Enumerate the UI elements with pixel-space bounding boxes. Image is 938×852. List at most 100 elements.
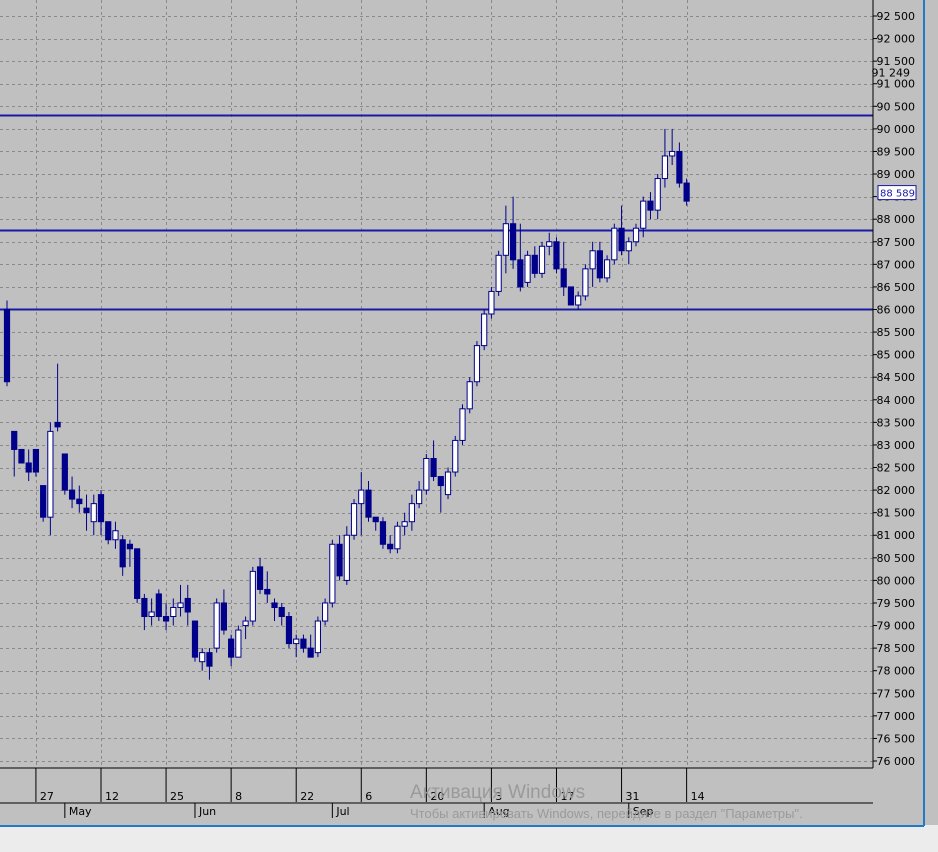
price-tick-label: 88 000 [877, 213, 916, 226]
price-tick-label: 77 500 [877, 687, 916, 700]
candle-body-up [473, 345, 481, 383]
candle-body-down [256, 566, 264, 590]
candle[interactable] [322, 598, 329, 626]
candle[interactable] [329, 539, 336, 608]
price-tick-label: 83 000 [877, 439, 916, 452]
candle-body-down [647, 200, 654, 211]
candle[interactable] [473, 341, 481, 387]
candle-body-down [61, 453, 68, 491]
candle-body-down [141, 597, 148, 618]
candle[interactable] [40, 485, 47, 522]
candle[interactable] [343, 526, 350, 585]
candle[interactable] [235, 625, 242, 658]
candle[interactable] [683, 178, 690, 206]
candle[interactable] [32, 448, 40, 477]
month-tick-label: Jul [335, 805, 349, 818]
candle-body-up [502, 223, 509, 256]
candle[interactable] [249, 566, 256, 626]
price-tick-label: 83 500 [877, 416, 916, 429]
price-tick-label: 80 500 [877, 552, 916, 565]
candle-body-up [293, 638, 300, 645]
candle-body-down [567, 286, 575, 306]
candle[interactable] [61, 453, 68, 495]
candle-body-down [300, 638, 307, 649]
candle-body-down [510, 223, 517, 261]
price-tick-label: 81 500 [877, 507, 916, 520]
candle[interactable] [394, 521, 401, 554]
candle[interactable] [459, 404, 466, 445]
candle[interactable] [213, 598, 220, 653]
candle-body-up [314, 620, 321, 654]
candle-body-up [488, 290, 495, 315]
candle-body-up [640, 200, 647, 229]
candle[interactable] [466, 377, 473, 414]
price-tick-label: 80 000 [877, 574, 916, 587]
candle-body-up [669, 150, 676, 157]
candle-body-down [676, 150, 683, 184]
candle[interactable] [481, 309, 488, 351]
candle-body-up [394, 525, 401, 550]
candle-body-down [32, 448, 40, 473]
candle[interactable] [423, 453, 430, 495]
candle-body-up [661, 155, 669, 180]
date-tick-label: 25 [170, 790, 184, 803]
candle-body-down [25, 462, 32, 473]
price-tick-label: 84 500 [877, 371, 916, 384]
candle[interactable] [350, 499, 358, 540]
candle[interactable] [567, 286, 575, 306]
candle-body-down [531, 254, 538, 274]
candle-body-down [285, 616, 293, 645]
candle[interactable] [495, 250, 502, 296]
candle[interactable] [379, 517, 387, 549]
candle[interactable] [314, 616, 321, 658]
candle[interactable] [538, 241, 546, 278]
price-tick-label: 90 500 [877, 100, 916, 113]
date-tick-label: 27 [40, 790, 54, 803]
candle-body-up [444, 471, 452, 496]
date-tick-label: 6 [365, 790, 372, 803]
last-price-label: 88 589 [880, 189, 915, 200]
price-tick-label: 81 000 [877, 529, 916, 542]
candle-body-down [126, 543, 134, 550]
candle[interactable] [18, 448, 25, 464]
price-tick-label: 76 000 [877, 755, 916, 768]
candle[interactable] [582, 264, 589, 301]
candle[interactable] [285, 612, 293, 649]
candle-body-up [177, 602, 184, 608]
candle[interactable] [3, 300, 11, 387]
candle-body-down [68, 489, 76, 500]
candle-body-up [170, 606, 177, 618]
candle[interactable] [524, 250, 531, 287]
candle-body-up [47, 430, 54, 518]
candle-body-down [683, 182, 690, 202]
price-tick-label: 79 500 [877, 597, 916, 610]
candle-body-up [546, 241, 553, 247]
candle[interactable] [452, 435, 459, 477]
candle[interactable] [444, 467, 452, 500]
candlestick-chart[interactable]: 92 50092 00091 50091 00090 50090 00089 5… [0, 0, 938, 852]
date-tick-label: 8 [235, 790, 242, 803]
candle[interactable] [553, 237, 560, 274]
watermark-title: Активация Windows [410, 782, 585, 803]
candle-body-down [134, 548, 141, 599]
candle-body-up [538, 245, 546, 274]
candle-body-down [155, 593, 162, 618]
candle-body-up [235, 629, 242, 658]
price-tick-label: 89 500 [877, 145, 916, 158]
candle-body-down [119, 539, 126, 568]
candle-body-up [589, 250, 596, 270]
candle-body-up [575, 295, 582, 306]
candle[interactable] [134, 548, 141, 603]
candle[interactable] [488, 286, 495, 319]
candle-body-up [343, 534, 350, 581]
candle-body-up [524, 254, 531, 283]
price-tick-label: 86 500 [877, 281, 916, 294]
candle-body-down [105, 521, 112, 541]
candle[interactable] [611, 223, 618, 265]
candle[interactable] [155, 589, 162, 622]
candle[interactable] [191, 620, 199, 662]
chart-window: 92 500 92 000 91 500 91 000 90 500 90 000 89 5… [0, 0, 938, 852]
candle-body-up [358, 489, 365, 505]
candle[interactable] [603, 255, 611, 283]
price-tick-label: 92 000 [877, 33, 916, 46]
